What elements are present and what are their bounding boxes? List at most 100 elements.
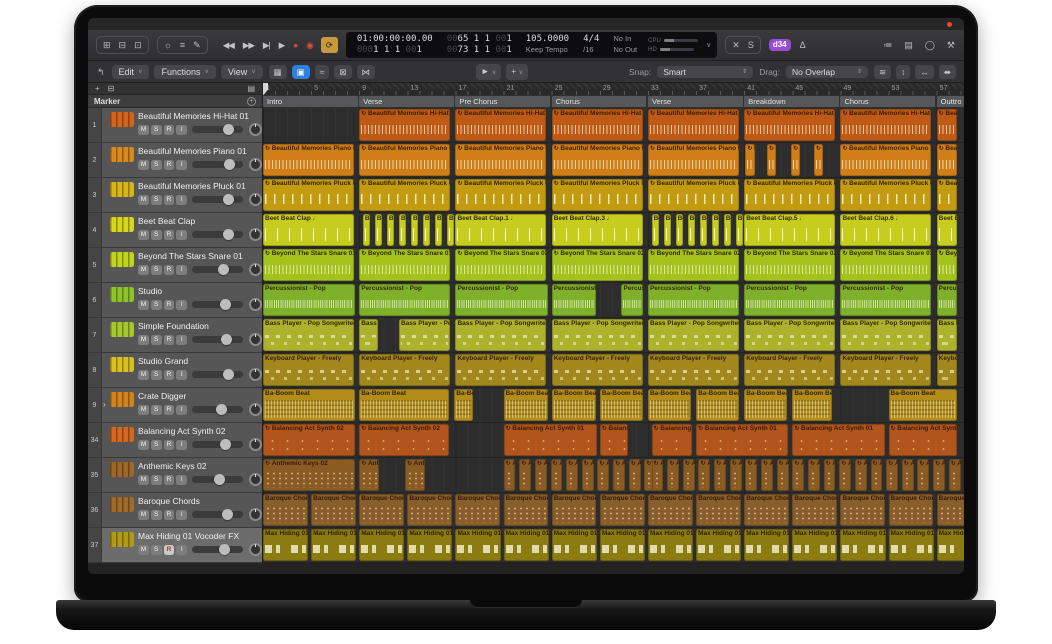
- pan-knob[interactable]: [249, 543, 262, 556]
- solo-mode-button[interactable]: S: [747, 38, 755, 52]
- region[interactable]: Beet Beat Clap.4: [712, 214, 719, 246]
- region[interactable]: ↻ Beautiful Memories Pluck 01: [937, 179, 957, 211]
- view-menu[interactable]: View∨: [221, 65, 263, 79]
- cycle-button[interactable]: ⟳: [321, 37, 338, 53]
- record-enable-button[interactable]: R: [164, 265, 175, 275]
- mute-button[interactable]: M: [138, 195, 149, 205]
- region[interactable]: Beet Beat Clap.2: [435, 214, 442, 246]
- region[interactable]: ↻ Beautiful Memories Hi-Hat 02.1: [552, 109, 643, 141]
- input-monitor-button[interactable]: I: [176, 475, 187, 485]
- command-click-tool-menu[interactable]: + ∨: [506, 64, 528, 80]
- region[interactable]: ↻ Anthemic Keys 02: [683, 459, 695, 491]
- waveform-zoom-button[interactable]: ≋: [874, 65, 891, 79]
- solo-button[interactable]: S: [151, 230, 162, 240]
- region[interactable]: ↻ Anthemic Keys 02: [949, 459, 961, 491]
- track-header-row[interactable]: 4Beet Beat ClapMSRI: [88, 213, 262, 248]
- volume-slider[interactable]: [192, 371, 243, 378]
- region[interactable]: Beet Beat Clap.2: [387, 214, 394, 246]
- section-marker[interactable]: Chorus: [552, 96, 647, 107]
- region[interactable]: Baroque Chords: [311, 494, 356, 526]
- region[interactable]: Keyboard Player - Freely: [648, 354, 739, 386]
- edit-menu[interactable]: Edit∨: [112, 65, 150, 79]
- region[interactable]: Keyboard Player - Freely: [744, 354, 835, 386]
- region[interactable]: ↻ Balancing Act Synth 01: [696, 424, 788, 456]
- region[interactable]: Max Hiding 01 V: [696, 529, 741, 561]
- pan-knob[interactable]: [249, 298, 262, 311]
- pan-knob[interactable]: [249, 123, 262, 136]
- automation-button[interactable]: ≈: [315, 65, 330, 79]
- region[interactable]: Baroque Chords: [504, 494, 549, 526]
- region[interactable]: ↻ Anthemic Keys 02: [535, 459, 547, 491]
- region[interactable]: Keyboard Player - Freely: [840, 354, 931, 386]
- add-track-button[interactable]: +: [94, 84, 101, 94]
- region[interactable]: Beet Beat Clap.2: [363, 214, 370, 246]
- record-button[interactable]: ●: [292, 38, 298, 52]
- region[interactable]: ↻ Balancing Act Synth 01: [652, 424, 693, 456]
- region[interactable]: Beet Beat Clap.4: [652, 214, 659, 246]
- region[interactable]: ↻ Anthemic Keys 02: [551, 459, 563, 491]
- region[interactable]: ↻ Anthemic Keys 02: [629, 459, 641, 491]
- track-header-row[interactable]: 37Max Hiding 01 Vocoder FXMSRI: [88, 528, 262, 563]
- region[interactable]: ↻ Beautiful Memories Pluck 02: [552, 179, 643, 211]
- smart-controls-button[interactable]: ☼: [163, 38, 173, 52]
- solo-button[interactable]: S: [151, 335, 162, 345]
- count-in-button[interactable]: ✕: [731, 38, 741, 52]
- solo-button[interactable]: S: [151, 510, 162, 520]
- region[interactable]: Baroque Chords: [937, 494, 964, 526]
- flex-button[interactable]: ⋈: [357, 65, 376, 79]
- region[interactable]: ↻ Beautiful Memories Pluck 02.2: [648, 179, 739, 211]
- region[interactable]: Beet Beat Clap.4: [724, 214, 731, 246]
- region[interactable]: ↻ Beautiful Memories Piano 01.1: [359, 144, 450, 176]
- region[interactable]: Max Hiding 01 V: [504, 529, 549, 561]
- region[interactable]: ↻ Anthemic Keys 02: [808, 459, 820, 491]
- region[interactable]: Baroque Chords: [648, 494, 693, 526]
- region[interactable]: ↻ Anthemic Keys 02: [597, 459, 609, 491]
- region[interactable]: ↻ Beyond The Stars Snare 02.1: [552, 249, 643, 281]
- region[interactable]: Keyboard Player - Freely: [263, 354, 354, 386]
- input-monitor-button[interactable]: I: [176, 440, 187, 450]
- region[interactable]: ↻ Beautiful Memories Hi-Hat 02.2: [648, 109, 739, 141]
- region[interactable]: Max Hiding 01 V: [552, 529, 597, 561]
- region[interactable]: Bass Player - Pop Songwriter: [552, 319, 643, 351]
- input-monitor-button[interactable]: I: [176, 545, 187, 555]
- region[interactable]: Bass Player - Pop Songwriter: [937, 319, 957, 351]
- marquee-button[interactable]: ⊠: [334, 65, 351, 79]
- mute-button[interactable]: M: [138, 370, 149, 380]
- region[interactable]: Bass Player - Pop Songwriter: [399, 319, 450, 351]
- region[interactable]: ↻ Anthemic Keys 02: [761, 459, 773, 491]
- input-monitor-button[interactable]: I: [176, 125, 187, 135]
- region[interactable]: ↻ Balancing Act Synth 01: [889, 424, 957, 456]
- region[interactable]: Beet Beat Clap.4: [676, 214, 683, 246]
- region-content-button[interactable]: ▣: [292, 65, 310, 79]
- region[interactable]: Baroque Chords: [744, 494, 789, 526]
- section-marker[interactable]: Intro: [263, 96, 358, 107]
- pan-knob[interactable]: [249, 158, 262, 171]
- region[interactable]: ↻ Beautiful Memories Piano 01.2: [840, 144, 931, 176]
- region[interactable]: ↻ Balancing Act Synth 02: [263, 424, 355, 456]
- region[interactable]: ↻ Beautiful Memories Piano 02: [552, 144, 643, 176]
- region[interactable]: Beet Beat Clap.2: [399, 214, 406, 246]
- region[interactable]: ↻ Anthemic Keys 02: [745, 459, 757, 491]
- note-pads-button[interactable]: ▤: [903, 38, 914, 52]
- input-monitor-button[interactable]: I: [176, 510, 187, 520]
- region[interactable]: ↻ Beyond The Stars Snare 01: [937, 249, 957, 281]
- region[interactable]: ↻ Anthemic Keys 02: [714, 459, 726, 491]
- region[interactable]: ↻ Anthemic Keys 02: [933, 459, 945, 491]
- region[interactable]: ↻ Beyond The Stars Snare 01.2: [840, 249, 931, 281]
- region[interactable]: Max Hiding 01 V: [359, 529, 404, 561]
- record-enable-button[interactable]: R: [164, 545, 175, 555]
- input-monitor-button[interactable]: I: [176, 195, 187, 205]
- region[interactable]: Max Hiding 01 V: [455, 529, 500, 561]
- inspector-button[interactable]: ⊟: [118, 38, 128, 52]
- track-header-row[interactable]: 1Beautiful Memories Hi-Hat 01MSRI: [88, 108, 262, 143]
- solo-button[interactable]: S: [151, 265, 162, 275]
- drag-dropdown[interactable]: No Overlap ⇕: [786, 66, 868, 78]
- region[interactable]: Ba-Boom Beat: [600, 389, 643, 421]
- region[interactable]: ↻ Anthemic Keys 02: [566, 459, 578, 491]
- region[interactable]: ↻ Beautiful Memories Hi-Hat 03.2: [937, 109, 957, 141]
- volume-slider[interactable]: [192, 266, 243, 273]
- region[interactable]: ↻ Anthemic Keys 02: [652, 459, 664, 491]
- pan-knob[interactable]: [249, 438, 262, 451]
- region[interactable]: Baroque Chords: [359, 494, 404, 526]
- volume-knob[interactable]: [223, 194, 234, 205]
